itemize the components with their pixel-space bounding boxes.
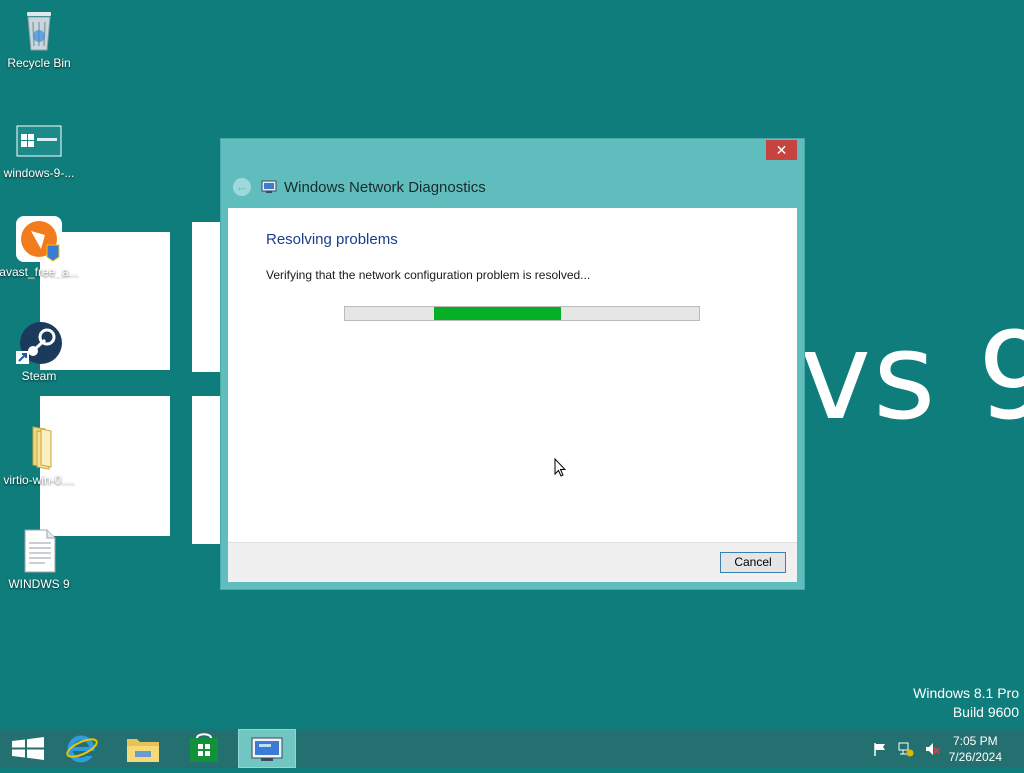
taskbar-file-explorer[interactable] xyxy=(115,729,171,768)
desktop-icon-steam[interactable]: Steam xyxy=(0,319,79,383)
desktop-icon-label: windows-9-... xyxy=(3,166,75,180)
taskbar-network-diagnostics[interactable] xyxy=(238,729,296,768)
dialog-footer: Cancel xyxy=(228,542,797,582)
system-tray xyxy=(872,741,940,757)
windows-start-icon xyxy=(12,737,44,760)
progress-marquee xyxy=(434,307,561,320)
desktop-icon-avast[interactable]: avast_free_a... xyxy=(0,215,79,279)
start-button[interactable] xyxy=(0,729,56,768)
back-arrow-icon[interactable]: ← xyxy=(233,178,251,196)
text-document-icon xyxy=(15,527,63,575)
steam-icon xyxy=(15,319,63,367)
clock-date: 7/26/2024 xyxy=(948,750,1002,764)
desktop-icon-label: Steam xyxy=(21,369,57,383)
desktop-icon-windws-9-doc[interactable]: WINDWS 9 xyxy=(0,527,79,591)
clock-time: 7:05 PM xyxy=(952,734,998,748)
edition-text: Windows 8.1 Pro xyxy=(913,685,1019,701)
close-button[interactable]: ✕ xyxy=(766,140,797,160)
taskbar-clock[interactable]: 7:05 PM 7/26/2024 xyxy=(949,733,1002,765)
action-center-flag-icon[interactable] xyxy=(872,741,888,757)
build-text: Build 9600 xyxy=(952,704,1019,720)
dialog-title: Windows Network Diagnostics xyxy=(284,178,486,196)
desktop-icon-label: virtio-win-0.... xyxy=(3,473,75,487)
taskbar: 7:05 PM 7/26/2024 xyxy=(0,729,1024,768)
network-diagnostics-dialog: ✕ ← Windows Network Diagnostics Resolvin… xyxy=(220,138,805,590)
image-file-icon xyxy=(15,116,63,164)
volume-muted-icon[interactable] xyxy=(924,741,940,757)
dialog-heading: Resolving problems xyxy=(266,231,398,248)
windows-edition-watermark: Windows 8.1 Pro Build 9600 xyxy=(913,684,1019,722)
desktop-icon-label: WINDWS 9 xyxy=(8,577,70,591)
dialog-header: ← Windows Network Diagnostics xyxy=(233,177,486,197)
internet-explorer-icon xyxy=(66,735,98,763)
network-icon[interactable] xyxy=(898,741,914,757)
mouse-cursor-icon xyxy=(554,457,567,478)
folder-icon xyxy=(15,423,63,471)
desktop-icon-recycle-bin[interactable]: Recycle Bin xyxy=(0,6,79,70)
dialog-content: Resolving problems Verifying that the ne… xyxy=(228,208,797,542)
avast-installer-icon xyxy=(15,215,63,263)
taskbar-internet-explorer[interactable] xyxy=(54,729,110,768)
desktop-icon-windows-9-image[interactable]: windows-9-... xyxy=(0,116,79,180)
wallpaper-brand-text: vs 9 xyxy=(800,308,1024,447)
wallpaper-logo-pane xyxy=(192,396,222,544)
taskbar-store[interactable] xyxy=(176,729,232,768)
file-explorer-icon xyxy=(127,739,159,762)
wallpaper-logo-pane xyxy=(192,222,222,372)
desktop-icon-virtio-folder[interactable]: virtio-win-0.... xyxy=(0,423,79,487)
desktop-icon-label: Recycle Bin xyxy=(7,56,71,70)
status-text: Verifying that the network configuration… xyxy=(266,268,591,282)
network-diagnostics-icon xyxy=(261,180,277,194)
store-icon xyxy=(190,733,218,762)
desktop-icon-label: avast_free_a... xyxy=(0,265,79,279)
cancel-button[interactable]: Cancel xyxy=(720,552,786,573)
recycle-bin-icon xyxy=(15,6,63,54)
progress-bar xyxy=(344,306,700,321)
network-diagnostics-icon xyxy=(251,737,283,761)
